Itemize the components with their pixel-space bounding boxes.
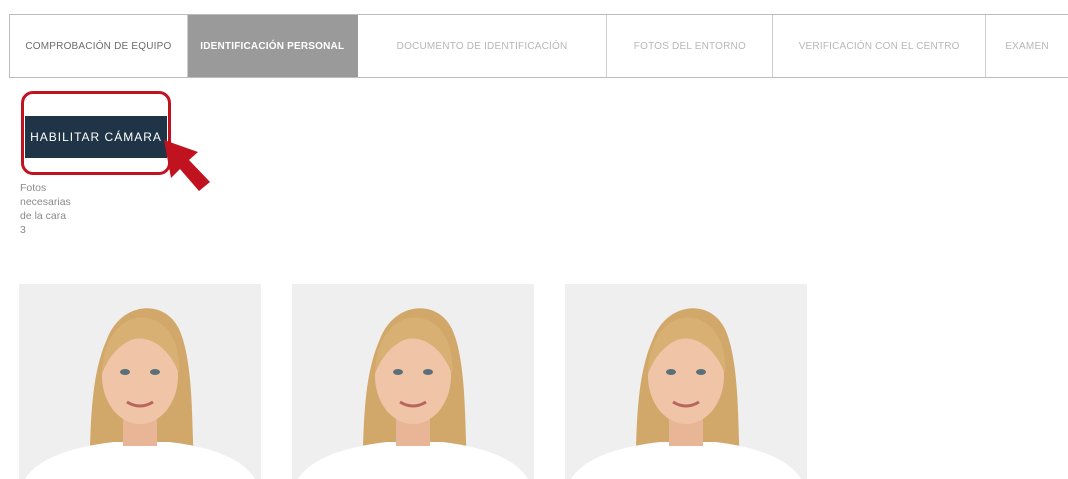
identification-page: COMPROBACIÓN DE EQUIPO IDENTIFICACIÓN PE… — [0, 0, 1068, 479]
required-face-photos-info: Fotos necesarias de la cara 3 — [20, 181, 90, 237]
step-identificacion-personal[interactable]: IDENTIFICACIÓN PERSONAL — [187, 15, 358, 77]
step-comprobacion-equipo[interactable]: COMPROBACIÓN DE EQUIPO — [10, 15, 188, 77]
face-photo-icon — [19, 284, 261, 479]
progress-stepper: COMPROBACIÓN DE EQUIPO IDENTIFICACIÓN PE… — [9, 14, 1068, 78]
enable-camera-button[interactable]: HABILITAR CÁMARA — [25, 116, 167, 158]
required-photo-count: 3 — [20, 224, 26, 236]
step-verificacion-centro[interactable]: VERIFICACIÓN CON EL CENTRO — [773, 15, 987, 77]
face-photo-icon — [292, 284, 534, 479]
face-photo-3 — [565, 284, 807, 479]
face-photo-2 — [292, 284, 534, 479]
info-line: de la cara — [20, 210, 67, 222]
face-photo-1 — [19, 284, 261, 479]
step-documento-identificacion[interactable]: DOCUMENTO DE IDENTIFICACIÓN — [358, 15, 608, 77]
step-fotos-entorno[interactable]: FOTOS DEL ENTORNO — [607, 15, 774, 77]
step-examen[interactable]: EXAMEN — [986, 15, 1068, 77]
face-photo-icon — [565, 284, 807, 479]
info-line: Fotos — [20, 182, 47, 194]
pointer-arrow-icon — [164, 140, 210, 191]
info-line: necesarias — [20, 196, 71, 208]
